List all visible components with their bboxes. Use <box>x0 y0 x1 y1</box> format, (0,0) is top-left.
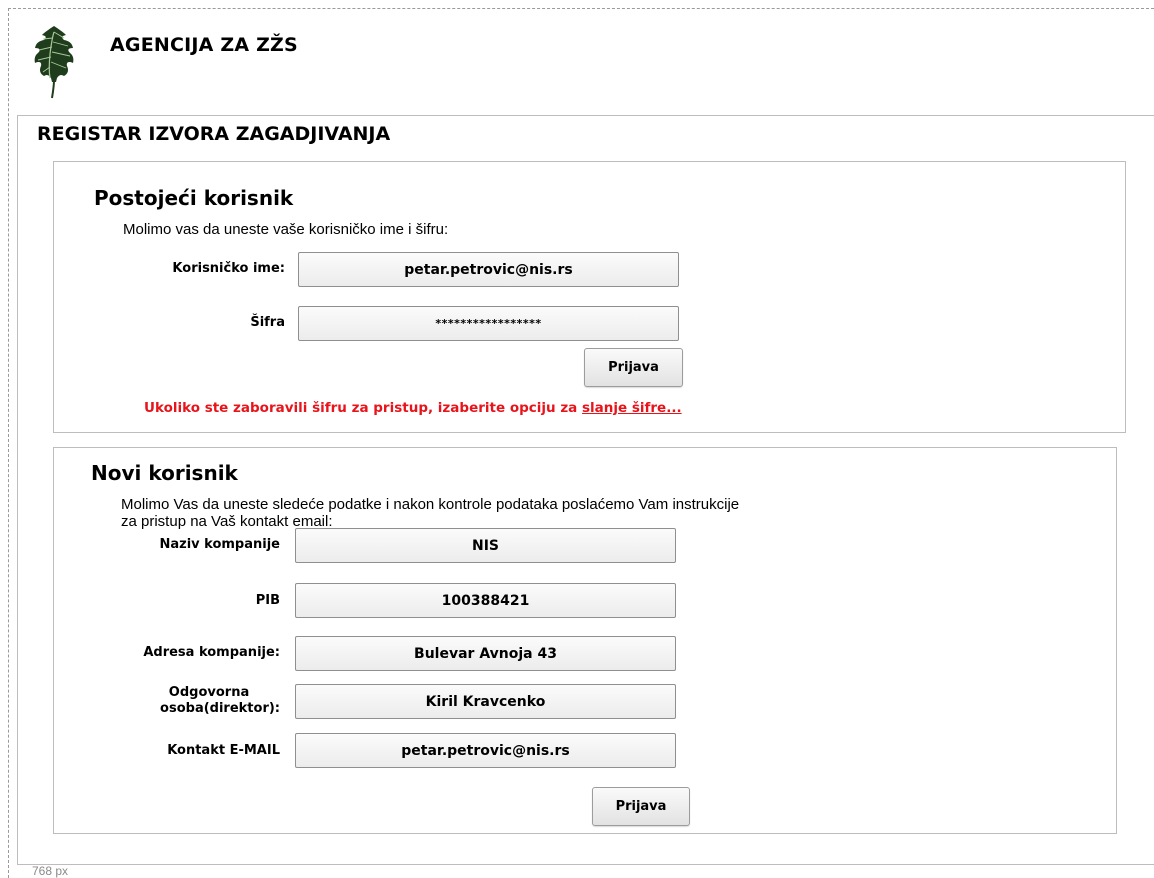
new-user-title: Novi korisnik <box>91 461 238 485</box>
send-password-link[interactable]: slanje šifre... <box>582 400 682 416</box>
username-input[interactable]: petar.petrovic@nis.rs <box>298 252 679 287</box>
responsible-person-label: Odgovorna <box>110 685 280 701</box>
company-address-label: Adresa kompanije: <box>143 645 280 660</box>
existing-user-title: Postojeći korisnik <box>94 186 294 210</box>
register-button[interactable]: Prijava <box>592 787 690 826</box>
forgot-password-text: Ukoliko ste zaboravili šifru za pristup,… <box>144 400 582 416</box>
width-note: 768 px <box>32 864 69 878</box>
oak-leaf-icon <box>30 24 78 100</box>
new-user-instruction-line1: Molimo Vas da uneste sledeće podatke i n… <box>121 496 740 513</box>
login-button[interactable]: Prijava <box>584 348 683 387</box>
company-name-label: Naziv kompanije <box>159 537 280 552</box>
registry-title: REGISTAR IZVORA ZAGADJIVANJA <box>37 123 391 145</box>
responsible-person-label-line2-wrap: osoba(direktor): <box>110 701 280 717</box>
page-guide-left <box>8 8 9 878</box>
existing-user-instruction: Molimo vas da uneste vaše korisničko ime… <box>123 221 449 238</box>
responsible-person-label-line1: Odgovorna <box>168 685 250 700</box>
contact-email-input[interactable]: petar.petrovic@nis.rs <box>295 733 676 768</box>
page-guide-top <box>8 8 1154 9</box>
company-address-input[interactable]: Bulevar Avnoja 43 <box>295 636 676 671</box>
forgot-password-message: Ukoliko ste zaboravili šifru za pristup,… <box>144 400 682 416</box>
responsible-person-input[interactable]: Kiril Kravcenko <box>295 684 676 719</box>
side-marker <box>1145 62 1154 92</box>
responsible-person-label-line2: osoba(direktor): <box>160 701 280 716</box>
contact-email-label: Kontakt E-MAIL <box>167 743 280 758</box>
username-label: Korisničko ime: <box>172 261 285 276</box>
password-label: Šifra <box>250 315 285 330</box>
pib-input[interactable]: 100388421 <box>295 583 676 618</box>
pib-label: PIB <box>255 593 280 608</box>
company-name-input[interactable]: NIS <box>295 528 676 563</box>
agency-title: AGENCIJA ZA ZŽS <box>110 34 298 56</box>
password-input[interactable]: ***************** <box>298 306 679 341</box>
